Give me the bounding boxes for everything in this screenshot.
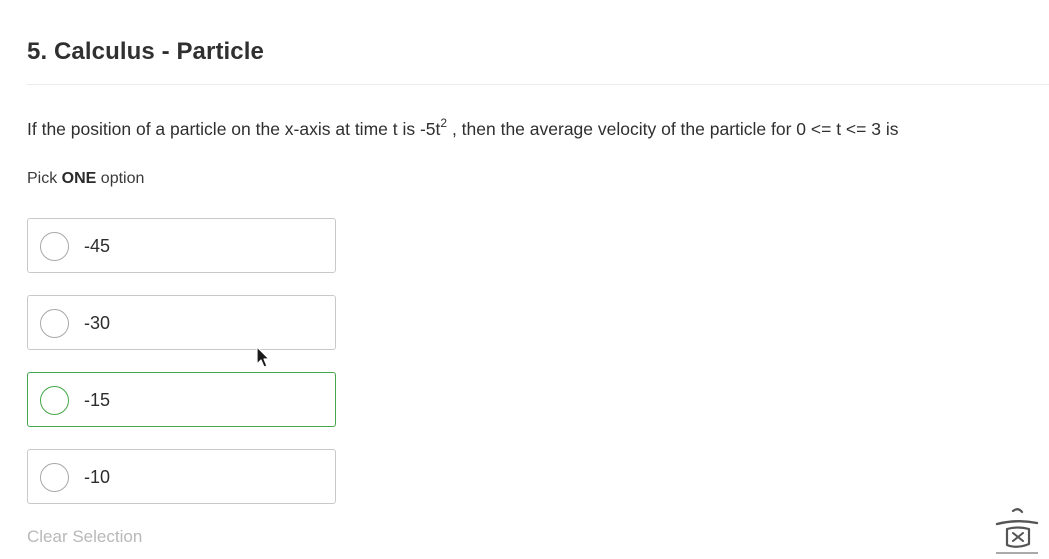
question-text-after: , then the average velocity of the parti… xyxy=(447,118,899,139)
mouse-pointer-icon xyxy=(256,346,270,368)
radio-button-icon[interactable] xyxy=(40,386,69,415)
clear-selection-link[interactable]: Clear Selection xyxy=(27,527,142,547)
radio-button-icon[interactable] xyxy=(40,463,69,492)
divider xyxy=(27,84,1049,85)
radio-button-icon[interactable] xyxy=(40,309,69,338)
pick-prefix: Pick xyxy=(27,170,62,187)
option-label: -30 xyxy=(84,313,111,333)
option-label: -10 xyxy=(84,467,111,487)
option-1[interactable]: -45 xyxy=(27,218,336,273)
question-exponent: 2 xyxy=(440,116,448,130)
question-title: 5. Calculus - Particle xyxy=(27,38,264,65)
pick-instruction: Pick ONE option xyxy=(27,170,144,188)
watermark-logo-icon xyxy=(995,508,1039,554)
question-text-before: If the position of a particle on the x-a… xyxy=(27,118,441,139)
option-label: -15 xyxy=(84,390,111,410)
option-2[interactable]: -30 xyxy=(27,295,336,350)
option-4[interactable]: -10 xyxy=(27,449,336,504)
option-label: -45 xyxy=(84,236,111,256)
option-3[interactable]: -15 xyxy=(27,372,336,427)
radio-button-icon[interactable] xyxy=(40,232,69,261)
pick-suffix: option xyxy=(96,170,145,187)
question-text: If the position of a particle on the x-a… xyxy=(27,116,899,140)
pick-bold: ONE xyxy=(61,170,97,187)
